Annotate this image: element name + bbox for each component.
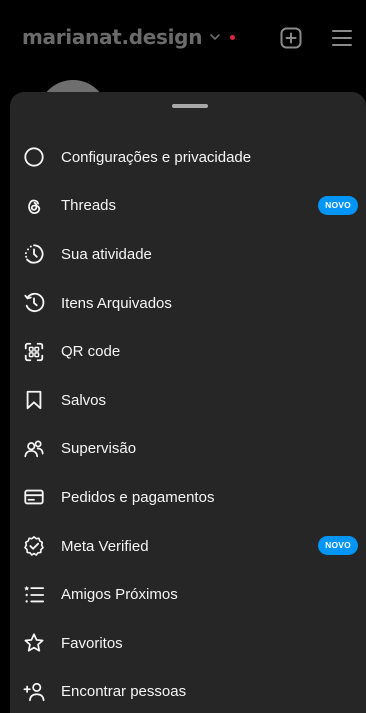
menu-item-label: Amigos Próximos xyxy=(61,586,178,604)
menu-item-archive[interactable]: Itens Arquivados xyxy=(10,279,366,328)
menu-item-favorites[interactable]: Favoritos xyxy=(10,619,366,668)
menu-item-label: Salvos xyxy=(61,391,107,409)
drag-handle[interactable] xyxy=(172,104,208,108)
menu-item-label: Itens Arquivados xyxy=(61,294,172,312)
menu-item-label: Configurações e privacidade xyxy=(61,148,252,166)
add-person-icon xyxy=(23,681,45,703)
menu-item-label: Sua atividade xyxy=(61,245,152,263)
menu-item-discover-people[interactable]: Encontrar pessoas xyxy=(10,668,366,713)
star-icon xyxy=(23,632,45,654)
menu-item-activity[interactable]: Sua atividade xyxy=(10,230,366,279)
card-icon xyxy=(23,486,45,508)
menu-item-orders-payments[interactable]: Pedidos e pagamentos xyxy=(10,473,366,522)
menu-item-supervision[interactable]: Supervisão xyxy=(10,425,366,474)
plus-square-icon[interactable] xyxy=(279,26,303,50)
menu-item-qr-code[interactable]: QR code xyxy=(10,327,366,376)
menu-item-meta-verified[interactable]: Meta Verified NOVO xyxy=(10,522,366,571)
qr-code-icon xyxy=(23,341,45,363)
menu-item-label: Favoritos xyxy=(61,634,123,652)
menu-bottom-sheet: Configurações e privacidade Threads NOVO xyxy=(10,92,366,713)
top-bar: marianat.design xyxy=(0,0,366,80)
menu-list: Configurações e privacidade Threads NOVO xyxy=(10,133,366,713)
close-friends-icon xyxy=(23,584,45,606)
menu-item-label: Meta Verified xyxy=(61,537,149,555)
new-badge: NOVO xyxy=(318,535,358,555)
chevron-down-icon xyxy=(210,34,220,40)
menu-item-threads[interactable]: Threads NOVO xyxy=(10,182,366,231)
supervision-icon xyxy=(23,438,45,460)
menu-item-settings[interactable]: Configurações e privacidade xyxy=(10,133,366,182)
bookmark-icon xyxy=(23,389,45,411)
account-switcher[interactable]: marianat.design xyxy=(22,22,236,52)
verified-icon xyxy=(23,535,45,557)
menu-item-label: QR code xyxy=(61,343,121,361)
menu-item-label: Encontrar pessoas xyxy=(61,683,187,701)
menu-item-label: Pedidos e pagamentos xyxy=(61,488,215,506)
hamburger-menu-icon[interactable] xyxy=(330,26,354,50)
menu-item-saved[interactable]: Salvos xyxy=(10,376,366,425)
notification-dot xyxy=(230,34,236,40)
new-badge: NOVO xyxy=(318,195,358,215)
archive-icon xyxy=(23,292,45,314)
threads-icon xyxy=(23,195,45,217)
username: marianat.design xyxy=(22,25,203,49)
menu-item-label: Supervisão xyxy=(61,440,137,458)
menu-item-label: Threads xyxy=(61,197,117,215)
settings-icon xyxy=(23,146,45,168)
menu-item-close-friends[interactable]: Amigos Próximos xyxy=(10,570,366,619)
activity-icon xyxy=(23,243,45,265)
